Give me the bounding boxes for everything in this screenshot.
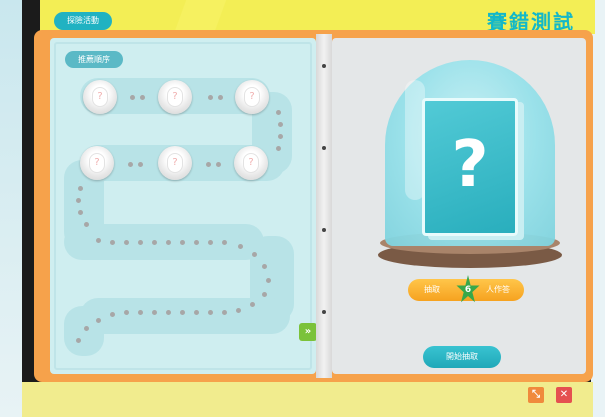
spine-ring [322, 228, 326, 232]
draw-prefix: 抽取 [424, 285, 440, 294]
answer-slot-3[interactable]: ? [235, 80, 269, 114]
spine-ring [322, 310, 326, 314]
book-spine [316, 34, 332, 378]
start-draw-button[interactable]: 開始抽取 [423, 346, 501, 368]
close-icon[interactable]: ✕ [556, 387, 572, 403]
question-mark-icon: ? [167, 87, 183, 107]
banner-stripe [173, 0, 227, 34]
road-end [64, 306, 104, 356]
answer-slot-4[interactable]: ? [80, 146, 114, 180]
answer-slot-6[interactable]: ? [234, 146, 268, 180]
road-row-3 [64, 224, 264, 260]
draw-suffix: 人作答 [486, 285, 510, 294]
question-mark-icon: ? [167, 153, 183, 173]
question-mark-icon: ? [451, 128, 489, 202]
outer-frame-left [0, 0, 22, 417]
spine-ring [322, 146, 326, 150]
question-mark-icon: ? [89, 153, 105, 173]
answer-slot-2[interactable]: ? [158, 80, 192, 114]
next-page-button[interactable]: » [299, 323, 317, 341]
outer-frame-right [591, 0, 605, 417]
question-mark-icon: ? [92, 87, 108, 107]
question-mark-icon: ? [244, 87, 260, 107]
bottom-bar [22, 382, 593, 417]
draw-count: 6 [464, 285, 472, 295]
question-mark-icon: ? [243, 153, 259, 173]
activity-tag: 探險活動 [54, 12, 112, 30]
answer-slot-1[interactable]: ? [83, 80, 117, 114]
sequence-tag: 推薦順序 [65, 51, 123, 68]
game-screen: 探險活動 賽錯測試 推薦順序 ? ? ? ? ? ? » ? 抽取 6 人作答 … [0, 0, 605, 417]
answer-slot-5[interactable]: ? [158, 146, 192, 180]
mystery-card[interactable]: ? [422, 98, 518, 236]
resize-icon[interactable]: ⤡ [528, 387, 544, 403]
spine-ring [322, 64, 326, 68]
draw-count-banner: 抽取 6 人作答 [408, 275, 524, 303]
